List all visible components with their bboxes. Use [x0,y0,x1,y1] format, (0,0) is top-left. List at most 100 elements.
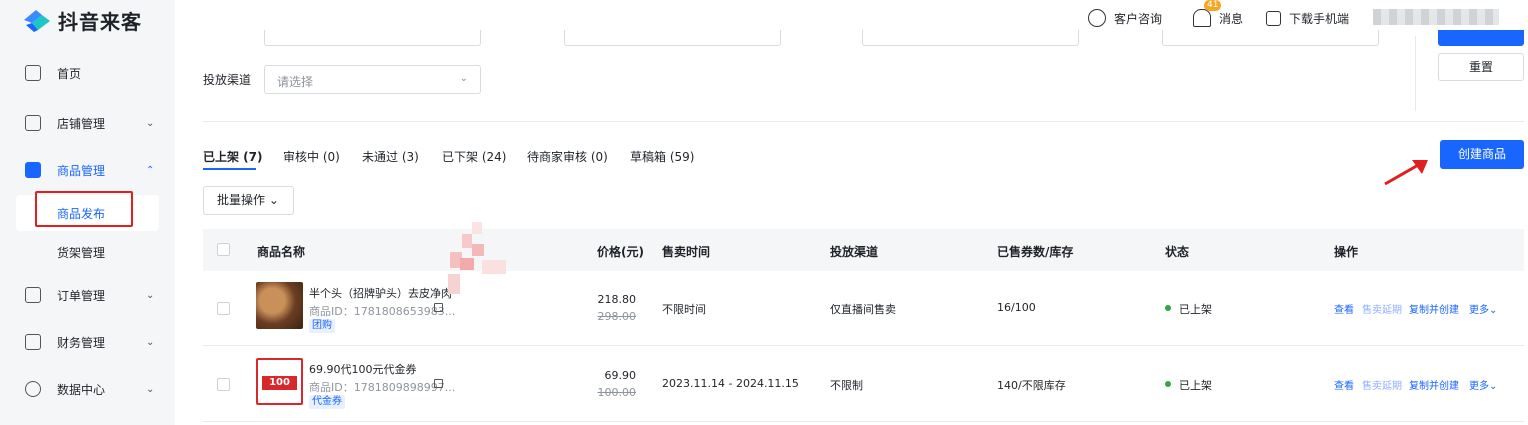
filter-input-3[interactable] [862,30,1079,46]
copy-create-link[interactable]: 复制并创建 [1409,377,1459,392]
product-name[interactable]: 半个头（招牌驴头）去皮净肉 [309,285,452,301]
copy-icon[interactable] [434,379,443,388]
logo-icon [22,7,52,33]
batch-actions-button[interactable]: 批量操作 ⌄ [203,186,294,215]
customer-consult-button[interactable]: 客户咨询 [1088,8,1162,28]
product-type-tag: 团购 [309,319,335,333]
extend-sale-link[interactable]: 售卖延期 [1362,377,1402,392]
user-account-blurred[interactable] [1373,9,1499,25]
arrow-annotation-icon [1384,160,1428,186]
sidebar-item-orders[interactable]: 订单管理 ⌄ [0,277,175,313]
logo-text: 抖音来客 [58,9,142,34]
channel: 仅直播间售卖 [830,303,896,316]
sale-time: 不限时间 [662,303,706,316]
column-header: 投放渠道 [830,245,879,259]
sidebar-item-label: 数据中心 [57,382,106,397]
tab-rejected[interactable]: 未通过 (3) [362,148,419,165]
sidebar-item-label: 店铺管理 [57,116,106,131]
download-app-label: 下载手机端 [1289,11,1350,26]
copy-create-link[interactable]: 复制并创建 [1409,301,1459,316]
message-badge: 41 [1204,0,1222,11]
filter-input-4[interactable] [1162,30,1379,46]
channel-select-placeholder: 请选择 [277,75,314,89]
create-product-button[interactable]: 创建商品 [1440,140,1524,169]
chevron-down-icon: ⌄ [146,336,155,348]
table-header: 商品名称 价格(元) 售卖时间 投放渠道 已售券数/库存 状态 操作 [203,229,1524,271]
pixelated-redaction [448,222,506,294]
tab-listed[interactable]: 已上架 (7) [203,148,263,165]
sidebar-item-finance[interactable]: 财务管理 ⌄ [0,324,175,360]
column-header: 已售券数/库存 [997,245,1074,259]
filter-input-2[interactable] [564,30,781,46]
view-link[interactable]: 查看 [1334,301,1354,316]
tab-reviewing[interactable]: 审核中 (0) [283,148,340,165]
logo[interactable]: 抖音来客 [22,5,142,35]
home-icon [25,65,41,81]
customer-consult-label: 客户咨询 [1114,11,1163,26]
table-row: 100 69.90代100元代金券 商品ID：1781809898997... … [203,347,1524,422]
tab-merchant-review[interactable]: 待商家审核 (0) [527,148,608,165]
tab-delisted[interactable]: 已下架 (24) [442,148,506,165]
voucher-thumbnail[interactable]: 100 [256,358,303,405]
channel-filter-label: 投放渠道 [203,73,252,87]
view-link[interactable]: 查看 [1334,377,1354,392]
sale-time: 2023.11.14 - 2024.11.15 [662,377,799,390]
sold-stock: 16/100 [997,301,1036,314]
more-link[interactable]: 更多⌄ [1469,301,1497,316]
channel-select[interactable]: 请选择 ⌄ [264,65,481,94]
original-price: 100.00 [597,386,637,399]
column-header: 状态 [1165,245,1190,259]
messages-button[interactable]: 消息 [1193,8,1243,28]
select-all-checkbox[interactable] [217,243,230,256]
chevron-down-icon: ⌄ [146,289,155,301]
more-link[interactable]: 更多⌄ [1469,377,1497,392]
sidebar-item-label: 首页 [57,66,82,81]
wallet-icon [25,334,41,350]
status-dot-icon [1165,381,1171,387]
chevron-down-icon: ⌄ [146,117,155,129]
column-header: 商品名称 [257,245,306,259]
filter-input-1[interactable] [264,30,481,46]
sidebar-item-home[interactable]: 首页 [0,55,175,91]
pie-chart-icon [25,381,41,397]
sidebar-item-shelf[interactable]: 货架管理 [16,234,159,270]
status-badge: 已上架 [1179,379,1212,392]
sidebar-item-store[interactable]: 店铺管理 ⌄ [0,105,175,141]
sidebar-item-data-center[interactable]: 数据中心 ⌄ [0,371,175,407]
sidebar-item-label: 订单管理 [57,288,106,303]
divider [203,121,1524,122]
download-app-button[interactable]: 下载手机端 [1266,8,1349,28]
search-button[interactable] [1438,30,1524,46]
column-header: 价格(元) [597,245,644,259]
product-thumbnail[interactable] [256,282,303,329]
highlight-box [35,191,133,227]
column-header: 售卖时间 [662,245,711,259]
sidebar-item-label: 货架管理 [57,245,106,260]
tab-active-indicator [203,168,256,170]
clipboard-icon [25,287,41,303]
store-icon [25,115,41,131]
chat-icon [1088,9,1106,27]
row-checkbox[interactable] [217,378,230,391]
divider [1415,36,1416,111]
product-type-tag: 代金券 [309,395,345,409]
channel: 不限制 [830,379,863,392]
row-checkbox[interactable] [217,302,230,315]
mobile-icon [1266,10,1281,26]
bell-icon [1193,9,1211,27]
voucher-thumbnail-value: 100 [262,376,297,390]
product-name[interactable]: 69.90代100元代金券 [309,361,417,377]
chevron-down-icon: ⌄ [146,383,155,395]
chevron-down-icon: ⌄ [459,73,468,84]
extend-sale-link[interactable]: 售卖延期 [1362,301,1402,316]
column-header: 操作 [1334,245,1359,259]
sidebar-item-products[interactable]: 商品管理 ⌃ [0,152,175,188]
status-badge: 已上架 [1179,303,1212,316]
tab-drafts[interactable]: 草稿箱 (59) [630,148,694,165]
reset-button[interactable]: 重置 [1438,53,1524,81]
copy-icon[interactable] [434,303,443,312]
price: 218.80 [597,293,637,306]
bag-icon [25,162,41,178]
sidebar: 抖音来客 首页 店铺管理 ⌄ 商品管理 ⌃ 商品发布 货架管理 订单管理 ⌄ 财… [0,0,175,425]
sidebar-item-label: 商品管理 [57,163,106,178]
